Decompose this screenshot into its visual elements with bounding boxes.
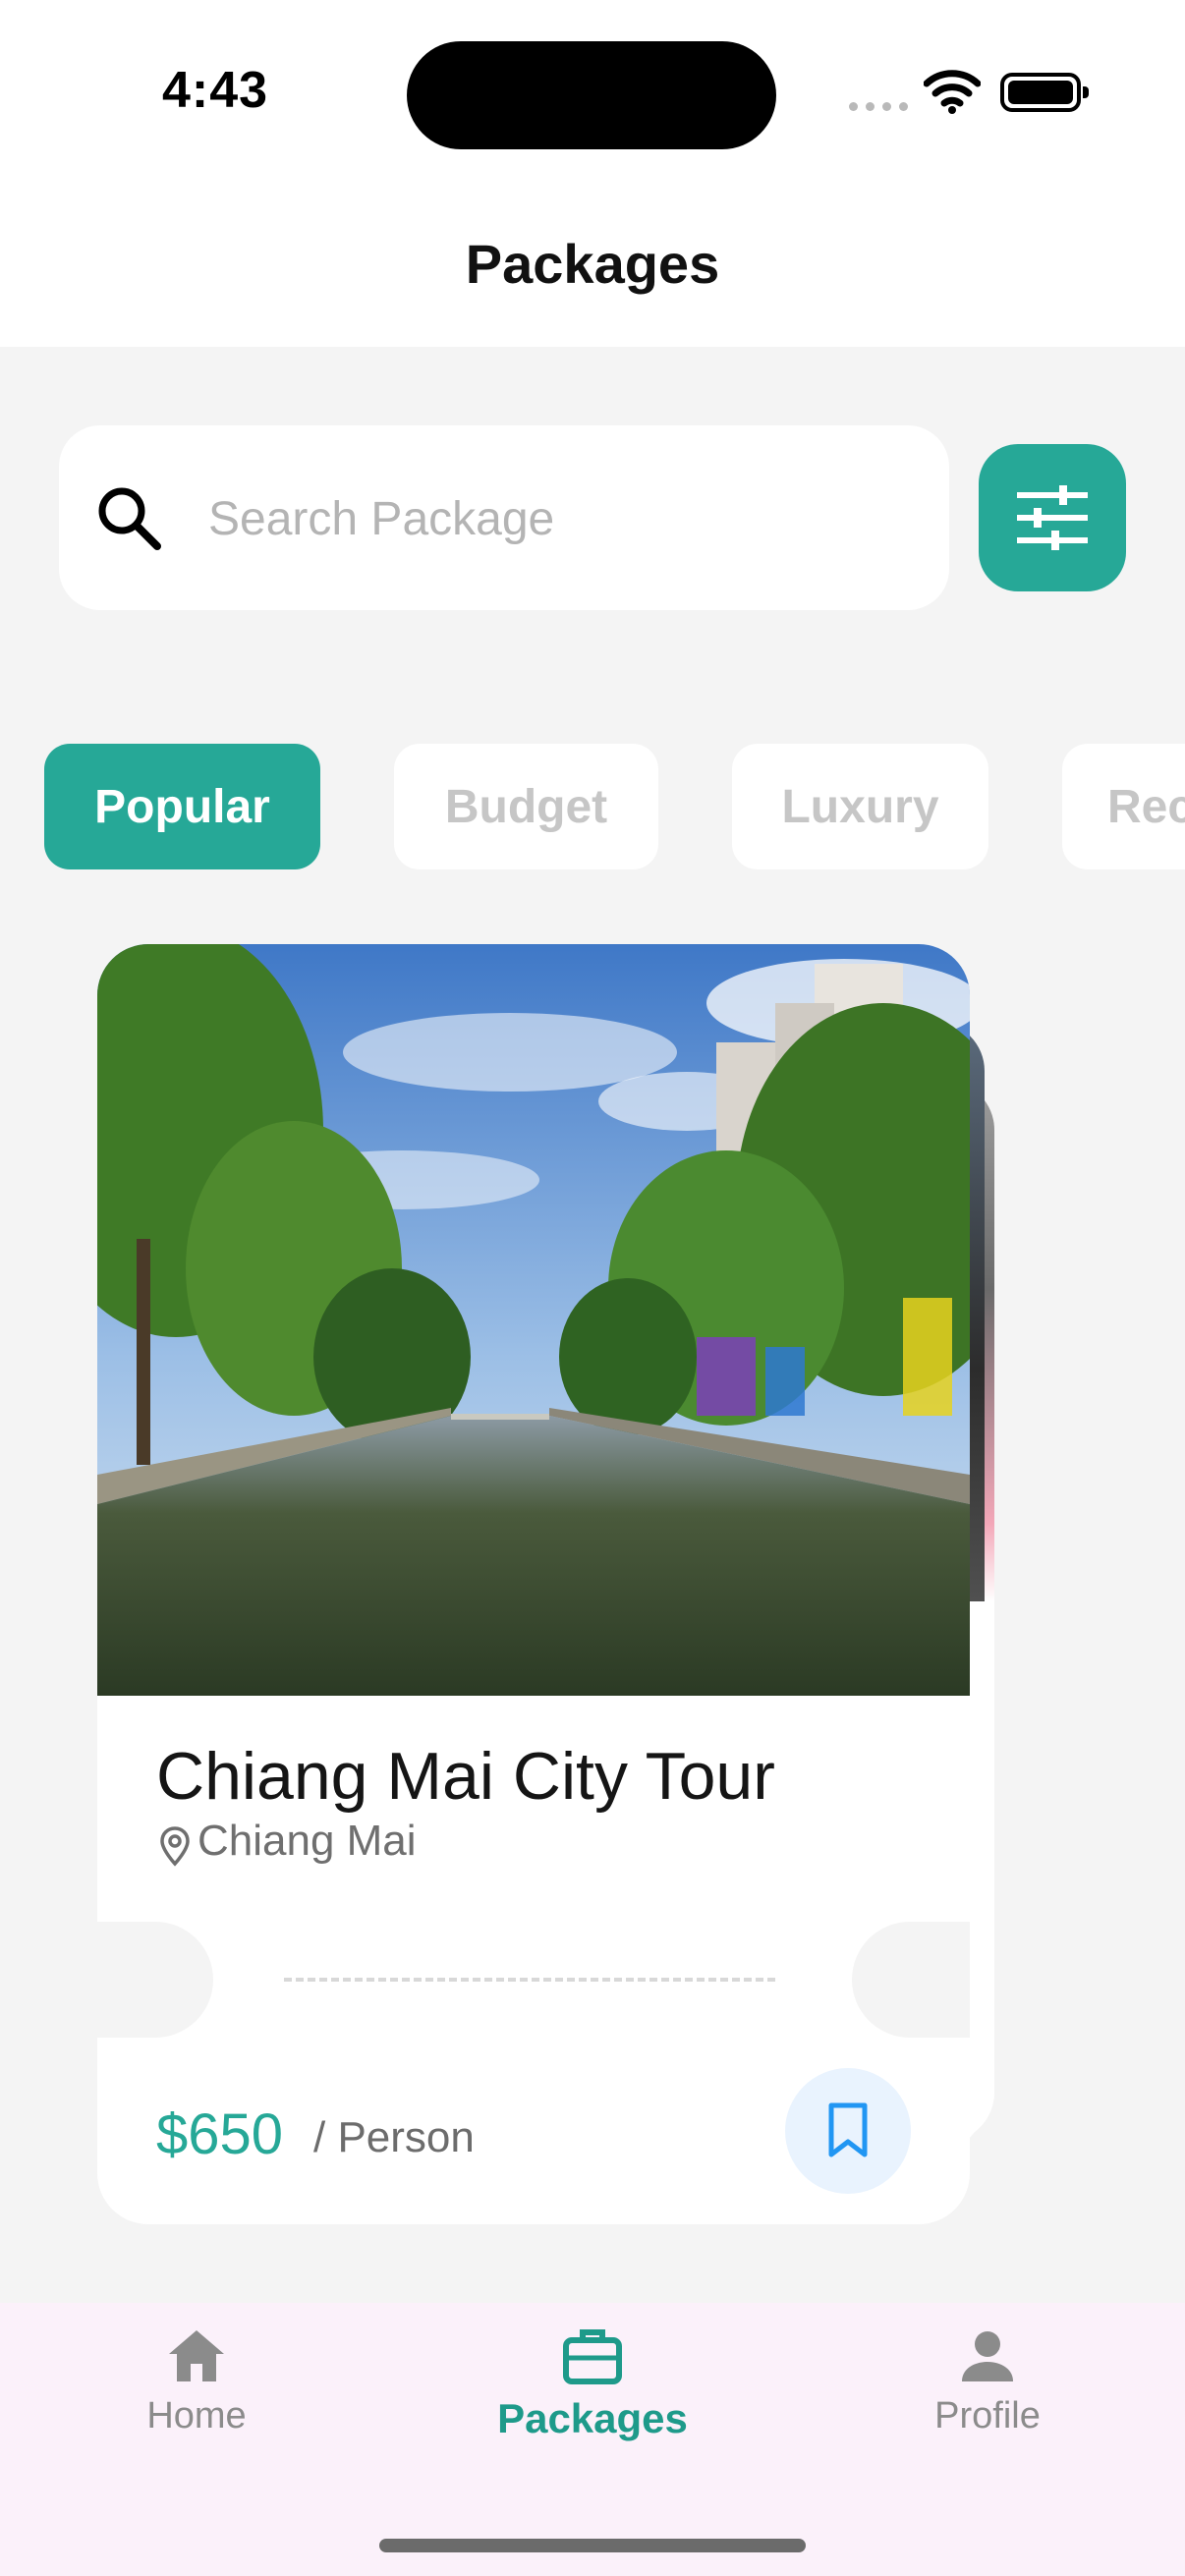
location-pin-icon [160, 1826, 190, 1867]
packages-screen: 4:43 Packages Popular Budget Luxury Rec [0, 0, 1185, 2576]
search-input[interactable] [208, 479, 916, 558]
package-location: Chiang Mai [198, 1817, 417, 1865]
search-icon [98, 487, 161, 550]
status-time: 4:43 [162, 62, 269, 119]
chip-budget[interactable]: Budget [394, 744, 658, 869]
filter-button[interactable] [979, 444, 1126, 591]
wifi-icon [924, 70, 981, 114]
price-unit: / Person [313, 2113, 475, 2161]
home-indicator[interactable] [379, 2539, 806, 2552]
chip-luxury[interactable]: Luxury [732, 744, 988, 869]
page-title: Packages [465, 233, 720, 295]
package-photo [97, 944, 970, 1696]
nav-item-profile[interactable]: Profile [840, 2324, 1135, 2472]
nav-label-home: Home [146, 2395, 247, 2436]
ticket-notch-right [852, 1922, 970, 2038]
sliders-icon [1017, 485, 1088, 550]
bookmark-button[interactable] [785, 2068, 911, 2194]
chip-recommended[interactable]: Rec [1062, 744, 1185, 869]
cellular-signal-icon [849, 102, 908, 111]
briefcase-icon [563, 2329, 622, 2384]
home-icon [169, 2330, 224, 2381]
top-bar: 4:43 Packages [0, 0, 1185, 347]
nav-item-home[interactable]: Home [49, 2324, 344, 2472]
nav-label-profile: Profile [934, 2395, 1041, 2436]
nav-item-packages[interactable]: Packages [445, 2324, 740, 2472]
nav-label-packages: Packages [497, 2395, 688, 2441]
dynamic-island [407, 41, 776, 149]
bookmark-icon [828, 2102, 868, 2157]
package-card[interactable]: Chiang Mai City Tour Chiang Mai $650 / P… [97, 944, 970, 2224]
ticket-divider [284, 1978, 775, 1982]
battery-icon [1000, 73, 1089, 112]
person-icon [962, 2331, 1013, 2381]
package-price: $650 [156, 2102, 284, 2166]
chip-popular[interactable]: Popular [44, 744, 320, 869]
package-title: Chiang Mai City Tour [156, 1739, 775, 1814]
ticket-notch-left [97, 1922, 213, 2038]
